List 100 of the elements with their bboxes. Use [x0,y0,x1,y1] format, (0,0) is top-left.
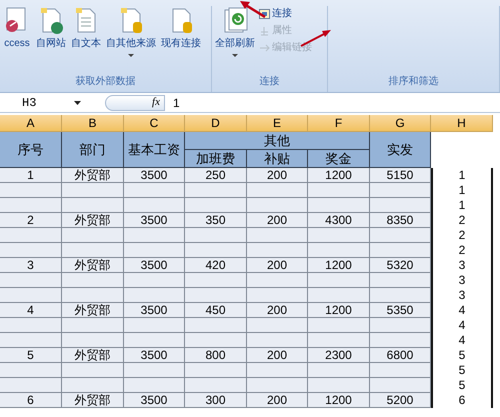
table-cell [124,318,185,333]
table-cell: 5320 [370,258,431,273]
table-cell: 3500 [124,303,185,318]
table-header-cell: 基本工资 [124,132,185,168]
table-cell: 800 [185,348,247,363]
table-cell: 2 [431,213,493,228]
column-header[interactable]: H [431,115,493,132]
table-cell [185,363,247,378]
table-cell: 5200 [370,393,431,408]
table-cell [62,363,124,378]
table-cell: 1 [431,183,493,198]
table-cell [247,363,308,378]
table-cell [247,333,308,348]
table-cell [247,198,308,213]
table-cell: 5350 [370,303,431,318]
table-header-cell: 其他 [185,132,370,150]
table-cell: 4 [431,303,493,318]
group-label: 连接 [258,74,280,89]
column-header[interactable]: C [124,115,185,132]
table-cell [370,273,431,288]
column-header[interactable]: A [0,115,62,132]
table-cell: 3 [431,258,493,273]
insert-function-button[interactable]: fx [152,94,160,111]
table-cell: 2 [431,228,493,243]
table-cell: 200 [247,213,308,228]
column-header[interactable]: F [308,115,370,132]
table-cell [62,333,124,348]
table-cell: 2 [431,243,493,258]
formula-input[interactable]: 1 [173,94,180,112]
table-cell [185,318,247,333]
table-cell [124,363,185,378]
table-cell [0,318,62,333]
table-cell [185,288,247,303]
ribbon-button[interactable]: 自网站 [35,6,67,50]
table-cell [62,243,124,258]
table-cell [247,318,308,333]
table-cell [247,243,308,258]
table-cell [370,378,431,393]
ribbon-button[interactable]: 全部刷新 [214,6,256,57]
table-cell [124,288,185,303]
column-header[interactable]: B [62,115,124,132]
table-cell: 外贸部 [62,303,124,318]
table-cell [124,378,185,393]
table-cell: 外贸部 [62,348,124,363]
table-cell: 200 [247,393,308,408]
small-ribbon-button[interactable]: 连接 [259,6,312,21]
table-cell: 4 [431,318,493,333]
table-cell [0,273,62,288]
table-cell [370,243,431,258]
ribbon-button[interactable]: 自文本 [70,6,102,50]
table-cell: 3 [431,288,493,303]
table-cell [185,228,247,243]
table-cell [62,228,124,243]
table-cell: 4 [431,333,493,348]
table-cell [308,378,370,393]
table-cell [124,198,185,213]
table-cell [308,198,370,213]
table-cell [185,273,247,288]
table-cell: 外贸部 [62,168,124,183]
table-cell [308,318,370,333]
table-cell [0,288,62,303]
table-cell: 200 [247,168,308,183]
ribbon-button[interactable]: 现有连接 [160,6,202,50]
properties-icon [259,26,270,36]
table-cell [370,228,431,243]
table-cell: 外贸部 [62,258,124,273]
ribbon-button[interactable]: 自其他来源 [105,6,157,57]
table-cell [124,273,185,288]
table-header-cell: 实发 [370,132,431,168]
table-cell: 3500 [124,168,185,183]
table-cell: 1 [431,168,493,183]
table-cell: 5 [431,378,493,393]
table-cell: 6 [431,393,493,408]
table-cell [185,378,247,393]
table-cell [0,378,62,393]
column-header[interactable]: D [185,115,247,132]
dropdown-arrow-icon[interactable] [74,100,81,104]
name-box[interactable]: H3 [22,94,36,112]
link-icon [259,42,270,52]
table-cell [0,228,62,243]
table-header-cell: 加班费 [185,150,247,168]
table-cell [62,378,124,393]
table-cell: 450 [185,303,247,318]
table-cell [185,243,247,258]
table-cell: 1200 [308,258,370,273]
column-header[interactable]: E [247,115,308,132]
ribbon-button[interactable]: ccess [2,6,32,50]
table-cell: 250 [185,168,247,183]
table-cell [308,333,370,348]
table-cell: 1 [431,198,493,213]
column-header[interactable]: G [370,115,431,132]
table-cell [0,333,62,348]
table-cell [247,183,308,198]
table-cell: 3500 [124,258,185,273]
table-cell [185,333,247,348]
table-cell [124,333,185,348]
table-cell [62,318,124,333]
table-cell [62,273,124,288]
table-cell [370,198,431,213]
table-cell [308,228,370,243]
